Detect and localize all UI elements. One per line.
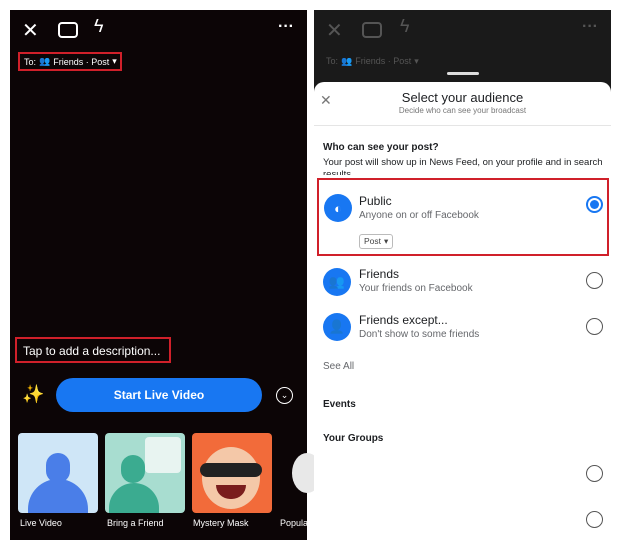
audience-prefix: To: — [24, 56, 37, 67]
audience-screen: ✕ ϟ ··· To: 👥 Friends · Post ▾ ✕ Select … — [314, 10, 611, 540]
audience-value: Friends · Post — [355, 56, 412, 66]
friends-icon: 👥 — [39, 56, 51, 66]
sheet-title: Select your audience — [401, 90, 524, 105]
magic-wand-icon[interactable]: ✨ — [22, 384, 44, 405]
globe-icon: ◐ — [324, 194, 352, 222]
option-title: Friends — [359, 267, 400, 281]
explanation-text: Your post will show up in News Feed, on … — [323, 157, 603, 175]
audience-value: Friends · Post — [53, 56, 110, 67]
close-icon: ✕ — [326, 20, 343, 42]
question-heading: Who can see your post? — [323, 142, 439, 153]
caret-down-icon: ▾ — [112, 56, 117, 66]
friends-except-icon: 👤 — [323, 313, 351, 341]
effect-label: Mystery Mask — [193, 518, 249, 528]
description-input[interactable]: Tap to add a description... — [15, 337, 171, 363]
audience-prefix: To: — [326, 56, 339, 66]
flash-off-icon[interactable]: ϟ — [94, 16, 104, 37]
events-heading: Events — [323, 399, 356, 410]
flip-camera-icon[interactable] — [58, 22, 78, 38]
post-dropdown[interactable]: Post ▾ — [359, 234, 394, 249]
effect-label: Popula — [280, 518, 309, 528]
option-desc: Your friends on Facebook — [359, 283, 473, 294]
flip-camera-icon — [362, 22, 382, 38]
effect-mystery-mask[interactable] — [192, 433, 272, 513]
close-icon[interactable]: ✕ — [22, 18, 39, 43]
audience-sheet: ✕ Select your audience Decide who can se… — [314, 82, 611, 540]
flash-off-icon: ϟ — [400, 16, 410, 36]
sheet-subtitle: Decide who can see your broadcast — [398, 106, 527, 115]
audience-selector: To: 👥 Friends · Post ▾ — [326, 56, 419, 67]
friends-icon: 👥 — [323, 268, 351, 296]
radio-group[interactable] — [586, 511, 603, 528]
drag-handle[interactable] — [447, 72, 479, 75]
more-icon[interactable]: ··· — [278, 18, 294, 36]
friends-icon: 👥 — [341, 56, 353, 66]
live-camera-screen: ✕ ϟ ··· To: 👥 Friends · Post ▾ Tap to ad… — [10, 10, 322, 540]
option-desc: Don't show to some friends — [359, 329, 480, 340]
effect-bring-a-friend[interactable] — [105, 433, 185, 513]
option-title: Public — [359, 194, 392, 208]
dropdown-value: Post — [364, 236, 382, 246]
effect-label: Bring a Friend — [107, 518, 164, 528]
audience-selector[interactable]: To: 👥 Friends · Post ▾ — [18, 52, 122, 71]
radio-selected[interactable] — [586, 196, 603, 213]
start-live-video-button[interactable]: Start Live Video — [56, 378, 262, 412]
caret-down-icon: ▾ — [384, 236, 389, 246]
more-icon: ··· — [582, 18, 598, 35]
radio-group[interactable] — [586, 465, 603, 482]
caret-down-icon: ▾ — [414, 56, 419, 66]
option-title: Friends except... — [359, 313, 448, 327]
chevron-down-icon[interactable]: ⌄ — [276, 387, 293, 404]
groups-heading: Your Groups — [323, 433, 384, 444]
effect-live-video[interactable] — [18, 433, 98, 513]
radio-friends-except[interactable] — [586, 318, 603, 335]
see-all-link[interactable]: See All — [323, 361, 354, 372]
effect-label: Live Video — [20, 518, 62, 528]
option-desc: Anyone on or off Facebook — [359, 210, 479, 221]
divider — [314, 125, 611, 126]
option-public[interactable]: ◐ Public Anyone on or off Facebook Post ▾ — [317, 178, 609, 256]
radio-friends[interactable] — [586, 272, 603, 289]
